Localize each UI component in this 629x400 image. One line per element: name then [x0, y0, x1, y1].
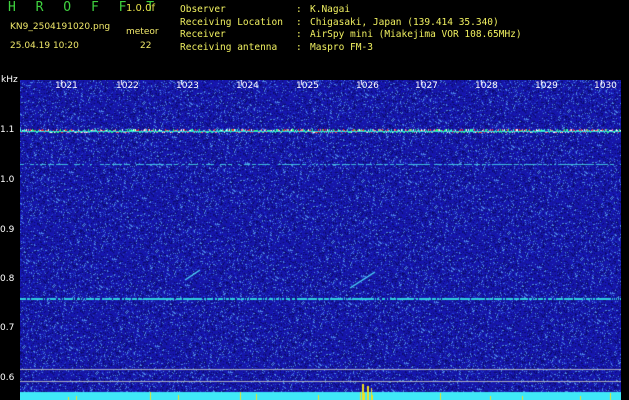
info-value: Chigasaki, Japan (139.414 35.340): [310, 16, 499, 28]
y-tick-label: 0.7: [0, 323, 15, 333]
info-key: Receiving Location: [180, 16, 283, 28]
info-value: Maspro FM-3: [310, 41, 373, 53]
x-tick-label: 1022: [116, 81, 139, 91]
info-row: Receiving Location: Chigasaki, Japan (139…: [180, 17, 522, 30]
y-unit-label: kHz: [1, 75, 18, 85]
x-tick-label: 1030: [594, 81, 617, 91]
info-sep: :: [296, 4, 302, 15]
y-tick-label: 0.9: [0, 225, 15, 235]
info-value: AirSpy mini (Miakejima VOR 108.65MHz): [310, 29, 522, 40]
y-tick-label: 1.0: [0, 175, 15, 185]
x-tick-label: 1021: [55, 81, 78, 91]
x-tick-label: 1023: [176, 81, 199, 91]
spectrogram-canvas: [20, 80, 621, 400]
x-tick-label: 1028: [475, 81, 498, 91]
info-key: Observer: [180, 4, 226, 15]
meteor-count: 22: [140, 41, 152, 51]
info-sep: :: [296, 16, 302, 28]
observation-info: Observer: K.Nagai Receiving Location: Chig…: [180, 4, 522, 54]
x-tick-label: 1027: [415, 81, 438, 91]
x-tick-label: 1026: [356, 81, 379, 91]
y-tick-label: 1.1: [0, 125, 15, 135]
y-tick-label: 0.6: [0, 373, 15, 383]
x-tick-label: 1025: [296, 81, 319, 91]
version-label: 1.0.0f: [126, 3, 155, 14]
meteor-label: meteor: [126, 27, 159, 37]
info-value: K.Nagai: [310, 4, 351, 15]
info-row: Observer: K.Nagai: [180, 4, 522, 17]
filename-label: KN9_2504191020.png: [10, 22, 111, 32]
info-key: Receiver: [180, 29, 226, 40]
x-tick-label: 1024: [236, 81, 259, 91]
datetime-label: 25.04.19 10:20: [10, 41, 79, 51]
y-tick-label: 0.8: [0, 274, 15, 284]
info-sep: :: [296, 41, 302, 53]
info-row: Receiver: AirSpy mini (Miakejima VOR 108.…: [180, 29, 522, 42]
x-tick-label: 1029: [535, 81, 558, 91]
info-key: Receiving antenna: [180, 41, 278, 53]
header-panel: H R O F F T 1.0.0f KN9_2504191020.png me…: [0, 0, 629, 76]
info-sep: :: [296, 29, 302, 40]
info-row: Receiving antenna: Maspro FM-3: [180, 42, 522, 55]
